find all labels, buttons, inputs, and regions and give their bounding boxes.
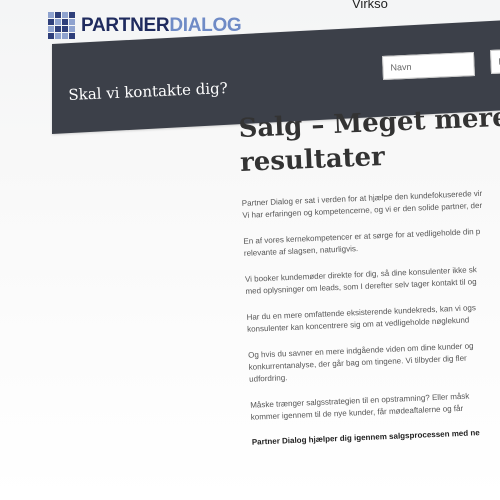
article: Salg – Meget mere en resultater Partner …	[238, 98, 500, 447]
logo-wordmark: PARTNERDIALOG	[81, 14, 242, 36]
page: PARTNERDIALOG Virkso Skal vi kontakte di…	[0, 0, 500, 500]
article-headline: Salg – Meget mere en resultater	[238, 101, 500, 178]
nav-link-virksomhed[interactable]: Virkso	[352, 0, 388, 11]
name-input[interactable]: Navn	[382, 51, 475, 80]
email-input[interactable]: E	[490, 48, 500, 74]
logo-grid-icon	[48, 12, 75, 39]
